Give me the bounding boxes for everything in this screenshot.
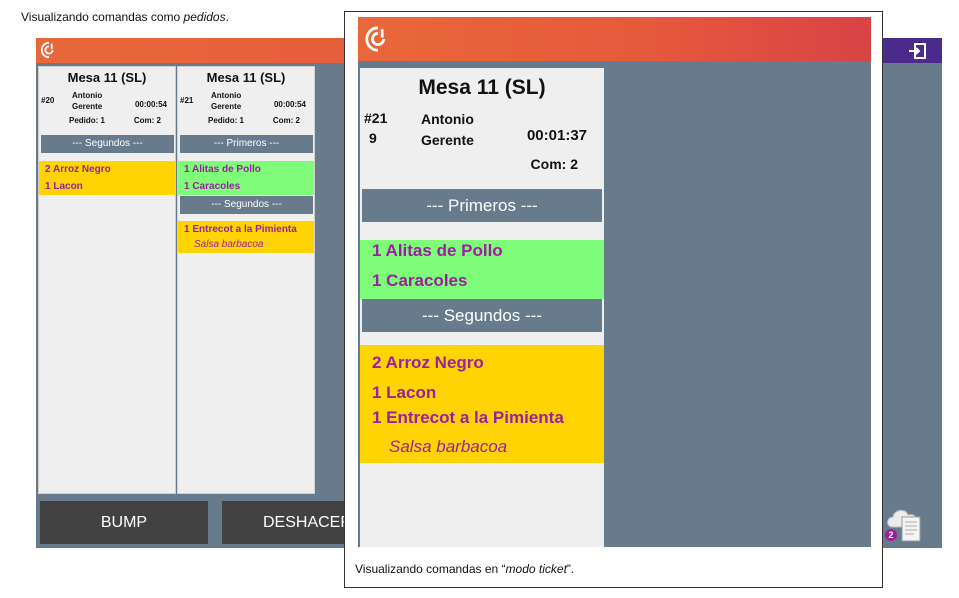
ticket-item[interactable]: 1 Caracoles <box>360 267 604 295</box>
ticket-item[interactable]: 2 Arroz Negro <box>360 349 604 377</box>
waiter-role: Gerente <box>421 132 474 148</box>
section-items-primeros[interactable]: 1 Alitas de Pollo 1 Caracoles <box>178 161 314 195</box>
section-items-segundos[interactable]: 2 Arroz Negro 1 Lacon <box>39 161 175 195</box>
ticket-number-line1: #21 <box>364 110 388 126</box>
tray-badge-count: 2 <box>888 530 893 540</box>
section-header-segundos: --- Segundos --- <box>180 196 313 214</box>
order-card-1[interactable]: Mesa 11 (SL) #20 Antonio Gerente 00:00:5… <box>38 66 176 494</box>
app-logo-icon <box>40 41 54 59</box>
section-items-primeros[interactable]: 1 Alitas de Pollo 1 Caracoles <box>360 240 604 299</box>
top-caption: Visualizando comandas como pedidos. <box>21 10 229 24</box>
ticket-view-topbar <box>358 17 871 61</box>
order-com: Com: 2 <box>272 116 300 125</box>
order-waiter: Antonio Gerente <box>72 90 102 112</box>
top-caption-suffix: . <box>225 10 229 24</box>
section-items-segundos[interactable]: 1 Entrecot a la Pimienta Salsa barbacoa <box>178 221 314 253</box>
ticket-com: Com: 2 <box>530 156 578 172</box>
ticket-view-screen: Mesa 11 (SL) #21 9 Antonio Gerente 00:01… <box>358 17 871 547</box>
order-item[interactable]: 1 Caracoles <box>178 178 314 195</box>
ticket-waiter: Antonio Gerente <box>421 109 474 151</box>
printer-tray-icon[interactable]: 2 <box>884 503 924 543</box>
ticket-number: #21 9 <box>364 108 387 148</box>
ticket-item-modifier: Salsa barbacoa <box>389 437 508 456</box>
top-caption-emphasis: pedidos <box>183 10 226 24</box>
order-pedido: Pedido: 1 <box>69 116 106 125</box>
waiter-role: Gerente <box>72 102 103 111</box>
bump-button[interactable]: BUMP <box>40 501 208 544</box>
bottom-caption: Visualizando comandas en “modo ticket”. <box>355 562 574 576</box>
bottom-caption-text: Visualizando comandas en “ <box>355 562 506 576</box>
order-item[interactable]: 1 Entrecot a la Pimienta <box>178 221 314 238</box>
order-item[interactable]: 1 Alitas de Pollo <box>178 161 314 178</box>
bottom-caption-emphasis: modo ticket <box>505 562 567 576</box>
order-com: Com: 2 <box>133 116 161 125</box>
order-card-2[interactable]: Mesa 11 (SL) #21 Antonio Gerente 00:00:5… <box>177 66 315 494</box>
top-caption-text: Visualizando comandas como <box>21 10 184 24</box>
order-pedido: Pedido: 1 <box>208 116 245 125</box>
section-header-segundos: --- Segundos --- <box>41 135 174 153</box>
waiter-name: Antonio <box>211 91 242 100</box>
order-item[interactable]: 1 Lacon <box>39 178 175 195</box>
ticket-item[interactable]: 1 Entrecot a la Pimienta <box>360 404 604 432</box>
bottom-caption-suffix: ”. <box>566 562 575 576</box>
order-timer: 00:00:54 <box>273 100 306 109</box>
order-number: #21 <box>180 96 194 105</box>
order-table-title: Mesa 11 (SL) <box>67 70 147 85</box>
app-logo-icon <box>365 26 385 52</box>
order-table-title: Mesa 11 (SL) <box>206 70 286 85</box>
ticket-item[interactable]: 1 Alitas de Pollo <box>360 237 604 265</box>
ticket-card[interactable]: Mesa 11 (SL) #21 9 Antonio Gerente 00:01… <box>360 68 604 547</box>
waiter-name: Antonio <box>421 111 474 127</box>
section-header-primeros: --- Primeros --- <box>180 135 313 153</box>
ticket-view-panel: Mesa 11 (SL) #21 9 Antonio Gerente 00:01… <box>344 11 883 588</box>
waiter-name: Antonio <box>72 91 103 100</box>
section-header-primeros: --- Primeros --- <box>362 189 602 222</box>
logout-icon[interactable] <box>908 41 928 61</box>
order-timer: 00:00:54 <box>134 100 167 109</box>
order-item[interactable]: 2 Arroz Negro <box>39 161 175 178</box>
order-waiter: Antonio Gerente <box>211 90 241 112</box>
order-item-modifier: Salsa barbacoa <box>194 239 264 250</box>
section-header-segundos: --- Segundos --- <box>362 299 602 332</box>
screenshot-stage: Visualizando comandas como pedidos. Mesa… <box>0 0 959 598</box>
order-number: #20 <box>41 96 55 105</box>
ticket-table-title: Mesa 11 (SL) <box>418 76 546 99</box>
ticket-timer: 00:01:37 <box>526 127 587 144</box>
section-items-segundos[interactable]: 2 Arroz Negro 1 Lacon 1 Entrecot a la Pi… <box>360 345 604 463</box>
ticket-number-line2: 9 <box>369 130 377 146</box>
waiter-role: Gerente <box>211 102 242 111</box>
ticket-item[interactable]: 1 Lacon <box>360 379 604 407</box>
